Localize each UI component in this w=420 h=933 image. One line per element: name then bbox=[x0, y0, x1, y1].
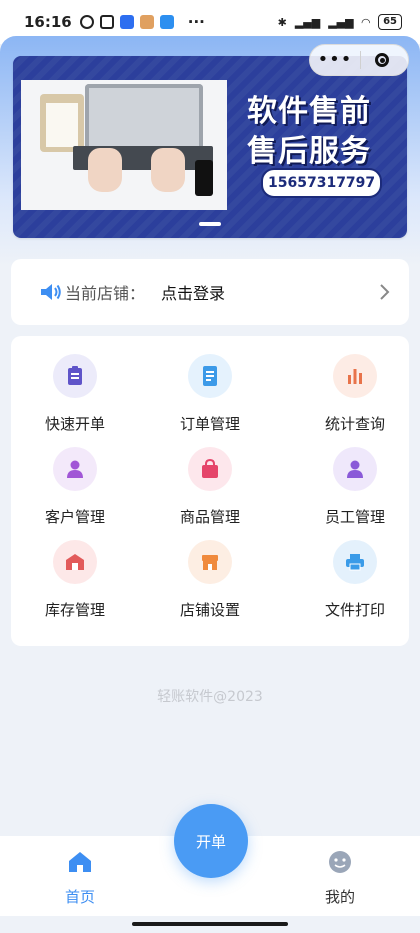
status-time: 16:16 bbox=[24, 13, 72, 31]
menu-item-label: 客户管理 bbox=[44, 508, 105, 526]
tab-home-label: 首页 bbox=[64, 888, 95, 906]
function-grid: 快速开单 订单管理 统计查询 客户管理 商品管理 员工管理 库存管理 店铺设置 … bbox=[11, 336, 409, 646]
menu-item-label: 员工管理 bbox=[324, 508, 385, 526]
hand-illustration-right bbox=[151, 148, 185, 192]
banner-pagination-dot bbox=[199, 222, 221, 226]
banner-title-line2: 售后服务 bbox=[247, 134, 371, 169]
hand-illustration-left bbox=[88, 148, 122, 192]
chevron-right-icon bbox=[380, 284, 390, 300]
menu-item-label: 店铺设置 bbox=[179, 601, 240, 619]
menu-item-order-management[interactable]: 订单管理 bbox=[155, 354, 265, 434]
store-label: 当前店铺： bbox=[65, 284, 146, 303]
tab-mine-label: 我的 bbox=[324, 888, 355, 906]
bar-stats-icon bbox=[333, 354, 377, 398]
shopping-bag-icon bbox=[188, 447, 232, 491]
close-miniprogram-button[interactable] bbox=[375, 53, 389, 67]
home-icon bbox=[69, 852, 91, 872]
menu-item-product-management[interactable]: 商品管理 bbox=[155, 447, 265, 527]
signal-icon-2: ▂▄▆ bbox=[328, 15, 354, 29]
battery-icon: 65 bbox=[378, 14, 402, 30]
current-store-card[interactable]: 当前店铺： 点击登录 bbox=[11, 259, 409, 325]
menu-item-file-printing[interactable]: 文件打印 bbox=[300, 540, 410, 620]
capsule-divider bbox=[360, 51, 361, 69]
more-menu-button[interactable]: ••• bbox=[310, 51, 360, 69]
menu-item-store-settings[interactable]: 店铺设置 bbox=[155, 540, 265, 620]
more-notifications-icon: ··· bbox=[187, 13, 205, 31]
banner-phone-number: 15657317797 bbox=[261, 168, 383, 198]
tab-home[interactable]: 首页 bbox=[40, 850, 120, 907]
copyright-text: 轻账软件@2023 bbox=[157, 689, 263, 705]
banner-title-line1: 软件售前 bbox=[247, 94, 371, 129]
speaker-icon bbox=[41, 284, 61, 300]
tab-mine[interactable]: 我的 bbox=[300, 850, 380, 907]
avatar-notification-icon bbox=[139, 15, 154, 29]
menu-item-label: 统计查询 bbox=[324, 415, 385, 433]
customer-icon bbox=[53, 447, 97, 491]
laptop-illustration bbox=[85, 84, 203, 150]
storefront-icon bbox=[188, 540, 232, 584]
status-notification-icons: ··· bbox=[79, 13, 205, 31]
alarm-icon bbox=[79, 15, 94, 29]
phone-illustration bbox=[195, 160, 213, 196]
menu-item-employee-management[interactable]: 员工管理 bbox=[300, 447, 410, 527]
menu-item-customer-management[interactable]: 客户管理 bbox=[20, 447, 130, 527]
clipboard-icon bbox=[53, 354, 97, 398]
menu-item-label: 快速开单 bbox=[44, 415, 105, 433]
bluetooth-icon: ✱ bbox=[277, 15, 287, 29]
home-indicator bbox=[132, 922, 288, 926]
profile-icon bbox=[329, 851, 351, 873]
wifi-icon: ◠ bbox=[361, 15, 371, 29]
store-login-link[interactable]: 点击登录 bbox=[161, 280, 225, 304]
status-right: ✱ ▂▄▆ ▂▄▆ ◠ 65 bbox=[278, 14, 402, 30]
app-notification-icon bbox=[119, 15, 134, 29]
menu-item-label: 文件打印 bbox=[324, 601, 385, 619]
nfc-icon bbox=[99, 15, 114, 29]
warehouse-icon bbox=[53, 540, 97, 584]
menu-item-label: 库存管理 bbox=[44, 601, 105, 619]
promo-banner[interactable]: 软件售前 售后服务 15657317797 bbox=[13, 56, 407, 238]
signal-icon: ▂▄▆ bbox=[294, 15, 321, 29]
menu-item-label: 订单管理 bbox=[179, 415, 240, 433]
menu-item-label: 商品管理 bbox=[179, 508, 240, 526]
miniprogram-capsule: ••• bbox=[309, 44, 409, 76]
create-order-fab[interactable]: 开单 bbox=[174, 804, 248, 878]
menu-item-quick-order[interactable]: 快速开单 bbox=[20, 354, 130, 434]
menu-item-inventory-management[interactable]: 库存管理 bbox=[20, 540, 130, 620]
message-notification-icon bbox=[159, 15, 174, 29]
document-icon bbox=[188, 354, 232, 398]
menu-item-statistics[interactable]: 统计查询 bbox=[300, 354, 410, 434]
clipboard-illustration bbox=[40, 94, 84, 152]
printer-icon bbox=[333, 540, 377, 584]
employee-icon bbox=[333, 447, 377, 491]
